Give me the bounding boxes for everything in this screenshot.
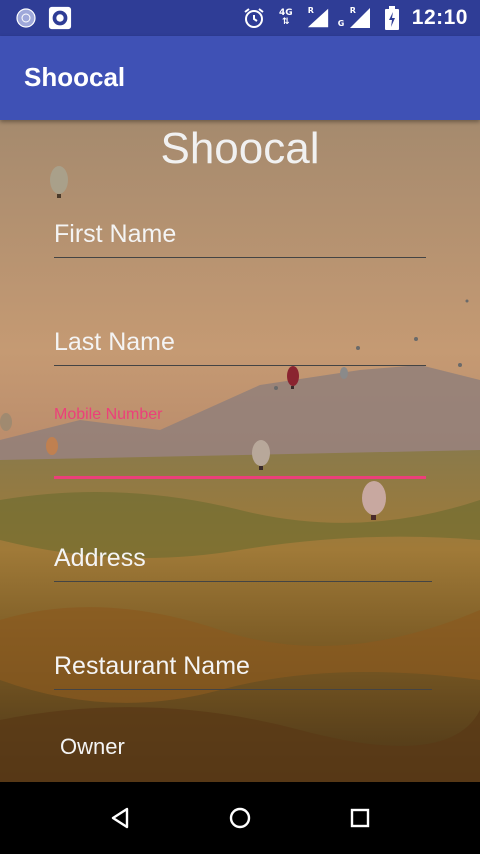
last-name-underline <box>54 365 426 366</box>
battery-charging-icon <box>380 6 404 30</box>
restaurant-name-field[interactable]: Restaurant Name <box>54 652 432 690</box>
mobile-number-field[interactable]: Mobile Number <box>54 406 426 479</box>
sync-icon <box>14 6 38 30</box>
first-name-hint: First Name <box>54 220 177 248</box>
sim1-roaming-label: R <box>307 6 314 15</box>
restaurant-name-underline <box>54 689 432 690</box>
recents-icon <box>350 808 370 828</box>
sim2-roaming-label: R <box>349 6 356 15</box>
owner-label: Owner <box>60 734 125 759</box>
form-heading: Shoocal <box>160 124 320 173</box>
form-screen: Shoocal First Name Last Name Mobile Numb… <box>0 120 480 782</box>
alarm-icon <box>242 6 266 30</box>
last-name-hint: Last Name <box>54 328 175 356</box>
balloon-6 <box>340 367 348 379</box>
navigation-bar <box>0 782 480 854</box>
app-title: Shoocal <box>24 62 126 92</box>
recents-button[interactable] <box>344 802 376 834</box>
first-name-field[interactable]: First Name <box>54 220 426 258</box>
last-name-field[interactable]: Last Name <box>54 328 426 366</box>
status-bar: 4G ⇅ R G R 12:10 <box>0 0 480 36</box>
balloon-7 <box>0 413 12 431</box>
back-button[interactable] <box>104 802 136 834</box>
back-icon <box>111 807 129 829</box>
signal-icon-2: G R <box>338 6 372 30</box>
sim2-network-label: G <box>337 19 345 28</box>
restaurant-name-hint: Restaurant Name <box>54 652 250 680</box>
address-underline <box>54 581 432 582</box>
status-time: 12:10 <box>411 6 468 29</box>
address-hint: Address <box>54 544 146 572</box>
record-icon <box>48 6 72 30</box>
mobile-number-underline <box>54 476 426 479</box>
mobile-number-floating-label: Mobile Number <box>54 406 163 423</box>
home-icon <box>229 807 251 829</box>
data-arrows-icon: 4G ⇅ <box>274 6 298 30</box>
first-name-underline <box>54 257 426 258</box>
home-button[interactable] <box>224 802 256 834</box>
arrows-glyph: ⇅ <box>282 17 290 27</box>
address-field[interactable]: Address <box>54 544 432 582</box>
signal-icon: R <box>306 6 330 30</box>
app-bar: Shoocal <box>0 36 480 120</box>
